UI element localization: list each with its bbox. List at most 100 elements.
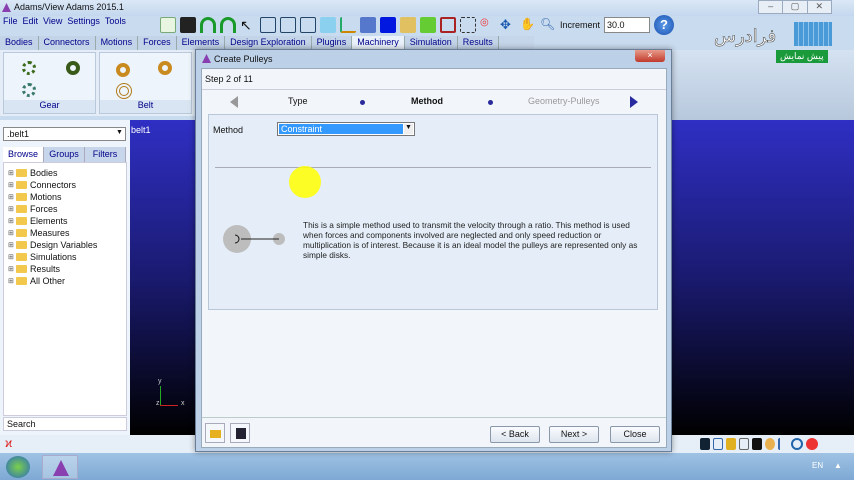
zoom-fit-icon[interactable]	[440, 17, 456, 33]
expand-icon[interactable]: ⊞	[8, 181, 16, 189]
belt-group: Belt	[99, 52, 192, 114]
tree-item[interactable]: ⊞ Motions	[4, 191, 126, 203]
object-selector[interactable]: .belt1 ▼	[3, 127, 126, 141]
tree-item[interactable]: ⊞ Connectors	[4, 179, 126, 191]
menu-settings[interactable]: Settings	[67, 16, 100, 30]
taskbar-adams-app[interactable]	[42, 455, 78, 479]
expand-icon[interactable]: ⊞	[8, 169, 16, 177]
expand-icon[interactable]: ⊞	[8, 205, 16, 213]
tree-item[interactable]: ⊞ Simulations	[4, 251, 126, 263]
back-button[interactable]: < Back	[490, 426, 540, 443]
next-step-arrow-icon[interactable]	[630, 96, 638, 108]
gear-icon[interactable]	[66, 61, 80, 75]
tab-machinery[interactable]: Machinery	[352, 36, 405, 50]
rotate-icon[interactable]: ✥	[500, 17, 516, 33]
expand-icon[interactable]: ⊞	[8, 217, 16, 225]
expand-icon[interactable]: ⊞	[8, 253, 16, 261]
tab-browse[interactable]: Browse	[3, 147, 44, 162]
expand-icon[interactable]: ⊞	[8, 229, 16, 237]
chevron-down-icon[interactable]: ▼	[404, 124, 413, 134]
zoom-icon[interactable]: 🔍︎	[540, 17, 556, 33]
next-button[interactable]: Next >	[549, 426, 599, 443]
sphere-icon[interactable]	[765, 438, 775, 450]
render-cube-icon[interactable]	[320, 17, 336, 33]
tab-results[interactable]: Results	[457, 36, 499, 50]
tab-filters[interactable]: Filters	[85, 147, 126, 162]
tree-item[interactable]: ⊞ Bodies	[4, 167, 126, 179]
dialog-title-bar[interactable]: Create Pulleys ×	[196, 50, 671, 67]
undo-icon[interactable]	[220, 17, 236, 33]
tab-forces[interactable]: Forces	[138, 36, 177, 50]
redo-icon[interactable]	[200, 17, 216, 33]
pan-hand-icon[interactable]: ✋	[520, 17, 536, 33]
tree-item[interactable]: ⊞ All Other	[4, 275, 126, 287]
expand-icon[interactable]: ⊞	[8, 277, 16, 285]
zoom-box-icon[interactable]	[460, 17, 476, 33]
tray-expand-icon[interactable]: ▲	[834, 461, 842, 470]
network-icon[interactable]	[360, 17, 376, 33]
tree-item[interactable]: ⊞ Measures	[4, 227, 126, 239]
search-input[interactable]: Search	[3, 417, 127, 431]
color-icon[interactable]	[380, 17, 396, 33]
select-arrow-icon[interactable]: ↖	[240, 17, 256, 33]
gear-pair-icon[interactable]	[22, 61, 36, 75]
start-button[interactable]	[6, 456, 30, 478]
info-icon[interactable]	[791, 438, 803, 450]
save-icon[interactable]	[180, 17, 196, 33]
window-icon[interactable]	[400, 17, 416, 33]
table-icon[interactable]	[739, 438, 749, 450]
increment-input[interactable]: 30.0	[604, 17, 651, 33]
tree-item[interactable]: ⊞ Design Variables	[4, 239, 126, 251]
dialog-close-button[interactable]: ×	[635, 50, 665, 62]
view-side-icon[interactable]	[300, 17, 316, 33]
expand-icon[interactable]: ⊞	[8, 265, 16, 273]
belt-icon[interactable]	[158, 61, 172, 75]
tab-connectors[interactable]: Connectors	[38, 36, 96, 50]
center-icon[interactable]: ◎	[480, 17, 496, 33]
minimize-button[interactable]: –	[759, 1, 784, 13]
info-window-icon[interactable]	[700, 438, 710, 450]
tree-item[interactable]: ⊞ Forces	[4, 203, 126, 215]
view-iso-icon[interactable]	[280, 17, 296, 33]
plot-icon[interactable]	[713, 438, 723, 450]
language-indicator[interactable]: EN	[812, 461, 823, 470]
notes-icon[interactable]	[726, 438, 736, 450]
expand-icon[interactable]: ⊞	[8, 193, 16, 201]
step-method: Method	[411, 96, 443, 106]
menu-file[interactable]: File	[3, 16, 18, 30]
tree-item[interactable]: ⊞ Elements	[4, 215, 126, 227]
tab-bodies[interactable]: Bodies	[0, 36, 39, 50]
stop-icon[interactable]	[806, 438, 818, 450]
cursor-highlight	[289, 166, 321, 198]
pulley-pair-icon[interactable]	[116, 63, 130, 77]
close-button[interactable]: Close	[610, 426, 660, 443]
close-window-button[interactable]: ✕	[808, 1, 831, 13]
menu-tools[interactable]: Tools	[105, 16, 126, 30]
gear-chart-icon[interactable]	[22, 83, 36, 97]
pulley-icon[interactable]	[116, 83, 132, 99]
coords-icon[interactable]	[778, 438, 788, 450]
menu-edit[interactable]: Edit	[23, 16, 39, 30]
flag-icon[interactable]	[752, 438, 762, 450]
view-front-icon[interactable]	[260, 17, 276, 33]
tree-item-label: Design Variables	[30, 240, 98, 250]
tab-design-exploration[interactable]: Design Exploration	[225, 36, 312, 50]
tab-plugins[interactable]: Plugins	[311, 36, 353, 50]
method-select[interactable]: Constraint ▼	[277, 122, 415, 136]
expand-icon[interactable]: ⊞	[8, 241, 16, 249]
chevron-down-icon[interactable]: ▼	[115, 129, 124, 139]
triad-icon[interactable]	[340, 17, 356, 33]
new-icon[interactable]	[160, 17, 176, 33]
tab-simulation[interactable]: Simulation	[404, 36, 458, 50]
tab-elements[interactable]: Elements	[176, 36, 226, 50]
save-button[interactable]	[230, 423, 250, 443]
maximize-button[interactable]: ▢	[783, 1, 808, 13]
open-folder-button[interactable]	[205, 423, 225, 443]
tab-groups[interactable]: Groups	[44, 147, 85, 162]
prev-step-arrow-icon[interactable]	[230, 96, 238, 108]
tree-item[interactable]: ⊞ Results	[4, 263, 126, 275]
fit-icon[interactable]	[420, 17, 436, 33]
help-icon[interactable]: ?	[654, 15, 675, 35]
tab-motions[interactable]: Motions	[95, 36, 139, 50]
menu-view[interactable]: View	[43, 16, 62, 30]
